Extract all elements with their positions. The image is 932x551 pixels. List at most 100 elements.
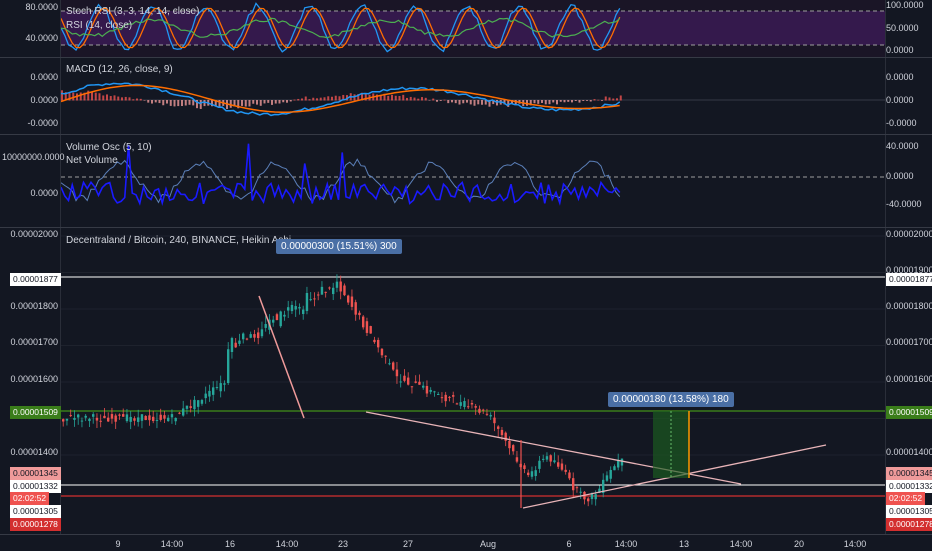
left-tag-a: 0.00001345 bbox=[10, 467, 61, 480]
macd-histogram-bar bbox=[188, 100, 191, 105]
candle-body bbox=[579, 491, 582, 493]
macd-right-tick-2: -0.0000 bbox=[886, 118, 917, 128]
left-tag-timer: 02:02:52 bbox=[10, 492, 50, 505]
stoch-right-tick-2: 0.0000 bbox=[886, 45, 914, 55]
net-volume-title[interactable]: Net Volume bbox=[66, 155, 118, 166]
macd-histogram-bar bbox=[304, 96, 307, 101]
macd-histogram-bar bbox=[417, 98, 420, 101]
candle-body bbox=[238, 340, 241, 344]
candle-body bbox=[437, 393, 440, 395]
stoch-rsi-pane[interactable]: Stoch RSI (3, 3, 14, 14, close) RSI (14,… bbox=[0, 0, 932, 57]
candle-body bbox=[350, 296, 354, 307]
candle-body bbox=[305, 293, 309, 312]
candle-body bbox=[309, 299, 312, 301]
macd-histogram-bar bbox=[94, 92, 97, 101]
candle-body bbox=[313, 298, 316, 300]
macd-histogram-bar bbox=[582, 100, 585, 101]
price-pane[interactable]: Decentraland / Bitcoin, 240, BINANCE, He… bbox=[0, 228, 932, 534]
macd-histogram-bar bbox=[117, 96, 120, 101]
stoch-rsi-title[interactable]: Stoch RSI (3, 3, 14, 14, close) bbox=[66, 6, 199, 17]
candle-body bbox=[227, 349, 230, 384]
candle-body bbox=[369, 326, 372, 334]
price-plot[interactable] bbox=[60, 228, 886, 534]
candle-body bbox=[557, 462, 560, 467]
volume-plot[interactable] bbox=[60, 135, 886, 227]
macd-right-tick-1: 0.0000 bbox=[886, 95, 914, 105]
macd-histogram-bar bbox=[574, 100, 577, 102]
macd-histogram-bar bbox=[334, 95, 337, 101]
candle-body bbox=[92, 414, 95, 417]
stoch-left-tick-1: 40.0000 bbox=[25, 33, 58, 43]
macd-histogram-bar bbox=[612, 98, 615, 101]
candle-body bbox=[542, 458, 545, 460]
candle-body bbox=[328, 287, 331, 289]
macd-histogram-bar bbox=[278, 100, 281, 104]
macd-histogram-bar bbox=[604, 96, 607, 101]
price-right-tick-3: 0.00001700 bbox=[886, 337, 932, 347]
candle-body bbox=[122, 414, 125, 417]
measure-callout-top[interactable]: 0.00000300 (15.51%) 300 bbox=[276, 239, 402, 254]
macd-histogram-bar bbox=[184, 100, 187, 106]
macd-title[interactable]: MACD (12, 26, close, 9) bbox=[66, 64, 173, 75]
candle-body bbox=[433, 391, 436, 393]
macd-histogram-bar bbox=[102, 95, 105, 101]
candle-body bbox=[493, 417, 496, 424]
macd-plot[interactable] bbox=[60, 58, 886, 134]
macd-histogram-bar bbox=[428, 100, 431, 101]
candle-body bbox=[219, 383, 222, 392]
candle-body bbox=[620, 458, 624, 466]
candle-body bbox=[242, 333, 245, 340]
x-label-1: 14:00 bbox=[160, 539, 184, 549]
macd-histogram-bar bbox=[158, 100, 161, 104]
symbol-title[interactable]: Decentraland / Bitcoin, 240, BINANCE, He… bbox=[66, 235, 291, 246]
macd-histogram-bar bbox=[252, 100, 255, 104]
macd-histogram-bar bbox=[162, 100, 165, 106]
candle-body bbox=[489, 415, 492, 417]
macd-histogram-bar bbox=[593, 99, 596, 101]
candle-body bbox=[384, 355, 387, 357]
candle-body bbox=[178, 412, 181, 414]
candle-body bbox=[403, 375, 406, 381]
left-tag-c: 0.00001305 bbox=[10, 505, 61, 518]
volume-chart bbox=[61, 143, 885, 206]
macd-histogram-bar bbox=[244, 100, 247, 107]
macd-histogram-bar bbox=[98, 93, 101, 101]
candle-body bbox=[80, 420, 84, 422]
macd-histogram-bar bbox=[151, 100, 153, 104]
candle-body bbox=[197, 400, 200, 407]
measure-callout-right[interactable]: 0.00000180 (13.58%) 180 bbox=[608, 392, 734, 407]
candle-body bbox=[294, 306, 297, 310]
candle-body bbox=[133, 418, 136, 421]
macd-histogram-bar bbox=[567, 100, 570, 102]
candle-body bbox=[260, 329, 264, 337]
candle-body bbox=[159, 414, 162, 420]
candle-body bbox=[575, 487, 579, 489]
rsi-title[interactable]: RSI (14, close) bbox=[66, 20, 132, 31]
right-tag-c: 0.00001305 bbox=[886, 505, 932, 518]
x-label-2: 16 bbox=[224, 539, 236, 549]
macd-histogram-bar bbox=[409, 96, 412, 101]
macd-pane[interactable]: MACD (12, 26, close, 9) 0.0000 0.0000 -0… bbox=[0, 58, 932, 134]
macd-histogram-bar bbox=[139, 98, 142, 101]
macd-histogram-bar bbox=[113, 95, 116, 101]
x-label-4: 23 bbox=[337, 539, 349, 549]
candle-body bbox=[182, 408, 185, 416]
candle-body bbox=[377, 339, 380, 348]
time-axis[interactable]: 9 14:00 16 14:00 23 27 Aug 6 14:00 13 14… bbox=[0, 534, 932, 551]
candle-body bbox=[594, 494, 597, 500]
macd-right-tick-0: 0.0000 bbox=[886, 72, 914, 82]
candle-body bbox=[290, 304, 294, 312]
candle-body bbox=[470, 403, 474, 405]
macd-histogram-bar bbox=[173, 100, 176, 107]
volume-osc-title[interactable]: Volume Osc (5, 10) bbox=[66, 142, 152, 153]
candle-body bbox=[380, 348, 384, 356]
volume-right-tick-1: 0.0000 bbox=[886, 171, 914, 181]
macd-histogram-bar bbox=[601, 100, 603, 101]
candle-body bbox=[189, 406, 192, 408]
x-label-5: 27 bbox=[402, 539, 414, 549]
volume-pane[interactable]: Volume Osc (5, 10) Net Volume 10000000.0… bbox=[0, 135, 932, 227]
candle-body bbox=[200, 400, 204, 404]
candle-body bbox=[512, 445, 515, 452]
candle-body bbox=[148, 415, 151, 421]
candle-body bbox=[339, 281, 342, 292]
